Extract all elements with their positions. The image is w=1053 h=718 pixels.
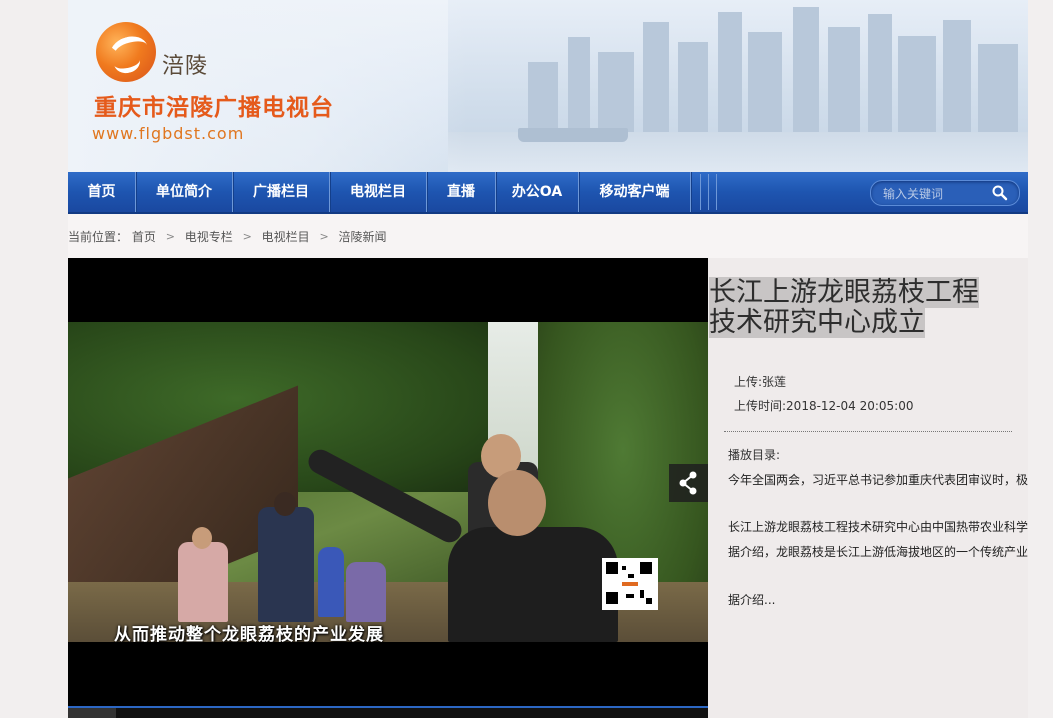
breadcrumb-item-fuling-news[interactable]: 涪陵新闻 <box>339 228 387 245</box>
header-banner: 涪陵 重庆市涪陵广播电视台 www.flgbdst.com <box>68 0 1028 172</box>
breadcrumb-item-home[interactable]: 首页 <box>132 228 156 245</box>
logo-city-name: 涪陵 <box>162 54 209 79</box>
article-title: 长江上游龙眼荔枝工程 技术研究中心成立 <box>709 277 1028 338</box>
article-info-panel: 长江上游龙眼荔枝工程 技术研究中心成立 上传:张莲 上传时间:2018-12-0… <box>708 258 1028 718</box>
divider <box>724 431 1012 432</box>
nav-item-mobile-client[interactable]: 移动客户端 <box>579 172 691 212</box>
video-subtitle: 从而推动整个龙眼荔枝的产业发展 <box>114 625 384 642</box>
city-skyline-image <box>448 0 1028 172</box>
breadcrumb-item-tv-column[interactable]: 电视专栏 <box>185 228 233 245</box>
nav-item-radio[interactable]: 广播栏目 <box>233 172 330 212</box>
video-player[interactable]: 从而推动整个龙眼荔枝的产业发展 <box>68 258 708 718</box>
station-logo-icon <box>96 22 156 82</box>
nav-item-home[interactable]: 首页 <box>68 172 136 212</box>
share-button[interactable] <box>669 464 708 502</box>
station-name: 重庆市涪陵广播电视台 <box>94 95 334 121</box>
progress-bar[interactable] <box>68 708 116 718</box>
share-icon <box>679 471 697 495</box>
playlist-item[interactable]: 据介绍... <box>728 591 775 608</box>
playlist-item[interactable]: 据介绍，龙眼荔枝是长江上游低海拔地区的一个传统产业 <box>728 543 1028 560</box>
breadcrumb-item-tv-programs[interactable]: 电视栏目 <box>262 228 310 245</box>
breadcrumb: 当前位置： 首页 > 电视专栏 > 电视栏目 > 涪陵新闻 <box>68 228 387 244</box>
main-nav: 首页 单位简介 广播栏目 电视栏目 直播 办公OA 移动客户端 <box>68 172 1028 214</box>
breadcrumb-prefix: 当前位置： <box>68 230 129 244</box>
station-url: www.flgbdst.com <box>92 124 245 143</box>
playlist-label: 播放目录: <box>728 448 781 462</box>
search-input[interactable] <box>881 184 989 204</box>
chevron-right-icon: > <box>165 230 175 243</box>
playlist-item[interactable]: 长江上游龙眼荔枝工程技术研究中心由中国热带农业科学 <box>728 518 1028 535</box>
nav-item-about[interactable]: 单位简介 <box>136 172 233 212</box>
article-title-line-2: 技术研究中心成立 <box>709 307 925 338</box>
page-margin-right <box>1028 0 1053 718</box>
video-frame: 从而推动整个龙眼荔枝的产业发展 <box>68 322 708 642</box>
search-icon[interactable] <box>991 184 1009 202</box>
player-control-bar[interactable] <box>68 706 708 718</box>
chevron-right-icon: > <box>242 230 252 243</box>
nav-item-office-oa[interactable]: 办公OA <box>496 172 579 212</box>
upload-time: 上传时间:2018-12-04 20:05:00 <box>734 399 914 413</box>
qr-code-image <box>602 558 658 610</box>
nav-item-live[interactable]: 直播 <box>427 172 496 212</box>
search-box <box>870 180 1020 206</box>
uploader: 上传:张莲 <box>734 375 787 389</box>
article-title-line-1: 长江上游龙眼荔枝工程 <box>709 277 979 308</box>
playlist-item[interactable]: 今年全国两会，习近平总书记参加重庆代表团审议时，极 <box>728 471 1028 488</box>
page-margin-left <box>0 0 68 718</box>
nav-item-tv[interactable]: 电视栏目 <box>330 172 427 212</box>
chevron-right-icon: > <box>319 230 329 243</box>
